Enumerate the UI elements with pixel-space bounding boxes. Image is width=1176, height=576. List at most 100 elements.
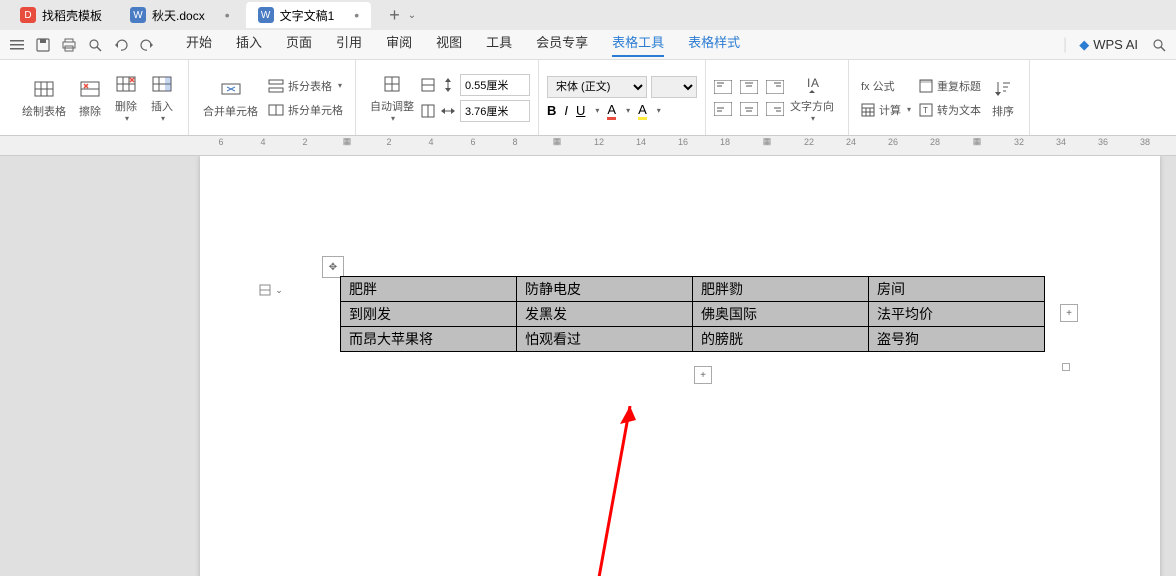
undo-icon[interactable] xyxy=(112,36,130,54)
formula-label: fx 公式 xyxy=(861,78,895,94)
eraser-label: 擦除 xyxy=(79,103,101,119)
align-top-left-icon[interactable] xyxy=(714,80,732,94)
ruler-mark: ▦ xyxy=(956,136,998,147)
table-cell[interactable]: 肥胖勠 xyxy=(693,277,869,302)
split-cells-button[interactable]: 拆分单元格 xyxy=(264,100,347,120)
delete-button[interactable]: 删除▾ xyxy=(108,68,144,127)
bold-button[interactable]: B xyxy=(547,103,556,118)
menu-insert[interactable]: 插入 xyxy=(236,32,262,57)
split-table-button[interactable]: 拆分表格▾ xyxy=(264,76,347,96)
text-direction-label: 文字方向 xyxy=(790,98,834,114)
highlight-button[interactable]: A xyxy=(638,102,647,120)
menu-page[interactable]: 页面 xyxy=(286,32,312,57)
ruler-mark: 14 xyxy=(620,137,662,147)
ruler-mark: 38 xyxy=(1124,137,1166,147)
table-cell[interactable]: 的膀胱 xyxy=(693,327,869,352)
wps-ai-button[interactable]: ◆ WPS AI xyxy=(1079,37,1138,53)
split-table-label: 拆分表格 xyxy=(288,78,332,94)
tab-doc1[interactable]: W 秋天.docx • xyxy=(118,2,242,28)
calc-button[interactable]: 计算▾ xyxy=(857,100,915,120)
convert-text-button[interactable]: T 转为文本 xyxy=(915,100,985,120)
autofit-icon xyxy=(380,72,404,96)
autofit-button[interactable]: 自动调整▾ xyxy=(364,68,420,127)
document-table[interactable]: 肥胖 防静电皮 肥胖勠 房间 到刚发 发黑发 佛奥国际 法平均价 而昂大苹果将 … xyxy=(340,276,1045,352)
sort-button[interactable]: 排序 xyxy=(985,73,1021,123)
row-height-input[interactable] xyxy=(460,74,530,96)
redo-icon[interactable] xyxy=(138,36,156,54)
table-row-handle[interactable]: ⌄ xyxy=(256,280,286,300)
menu-tools[interactable]: 工具 xyxy=(486,32,512,57)
italic-button[interactable]: I xyxy=(564,103,568,118)
align-top-center-icon[interactable] xyxy=(740,80,758,94)
table-cell[interactable]: 盗号狗 xyxy=(869,327,1045,352)
save-icon[interactable] xyxy=(34,36,52,54)
autofit-label: 自动调整 xyxy=(370,98,414,114)
tab-label: 秋天.docx xyxy=(152,7,205,24)
menu-table-style[interactable]: 表格样式 xyxy=(688,32,740,57)
page[interactable]: ✥ ⌄ 肥胖 防静电皮 肥胖勠 房间 到刚发 发黑发 佛奥国际 法平均价 xyxy=(200,156,1160,576)
document-area[interactable]: ✥ ⌄ 肥胖 防静电皮 肥胖勠 房间 到刚发 发黑发 佛奥国际 法平均价 xyxy=(0,156,1176,576)
ruler-mark: 32 xyxy=(998,137,1040,147)
table-row[interactable]: 而昂大苹果将 怕观看过 的膀胱 盗号狗 xyxy=(341,327,1045,352)
preview-icon[interactable] xyxy=(86,36,104,54)
align-mid-center-icon[interactable] xyxy=(740,102,758,116)
ruler-mark: 18 xyxy=(704,137,746,147)
word-icon: W xyxy=(258,7,274,23)
text-direction-button[interactable]: IA 文字方向▾ xyxy=(784,68,840,127)
menu-start[interactable]: 开始 xyxy=(186,32,212,57)
table-cell[interactable]: 佛奥国际 xyxy=(693,302,869,327)
tab-doc2[interactable]: W 文字文稿1 • xyxy=(246,2,372,28)
align-mid-right-icon[interactable] xyxy=(766,102,784,116)
ruler-mark: 28 xyxy=(914,137,956,147)
col-width-input[interactable] xyxy=(460,100,530,122)
align-mid-left-icon[interactable] xyxy=(714,102,732,116)
table-cell[interactable]: 房间 xyxy=(869,277,1045,302)
menu-table-tools[interactable]: 表格工具 xyxy=(612,32,664,57)
menu-view[interactable]: 视图 xyxy=(436,32,462,57)
col-width-icon xyxy=(420,103,436,119)
tab-templates[interactable]: D 找稻壳模板 xyxy=(8,2,114,28)
font-size-select[interactable] xyxy=(651,76,697,98)
table-cell[interactable]: 法平均价 xyxy=(869,302,1045,327)
menu-icon[interactable] xyxy=(8,36,26,54)
font-select[interactable]: 宋体 (正文) xyxy=(547,76,647,98)
insert-button[interactable]: 插入▾ xyxy=(144,68,180,127)
repeat-header-icon xyxy=(919,79,933,93)
tab-list-dropdown[interactable]: ⌄ xyxy=(408,10,416,21)
search-icon[interactable] xyxy=(1150,36,1168,54)
text-color-button[interactable]: A xyxy=(607,102,616,120)
table-cell[interactable]: 肥胖 xyxy=(341,277,517,302)
menu-member[interactable]: 会员专享 xyxy=(536,32,588,57)
table-add-row-button[interactable]: + xyxy=(694,366,712,384)
ruler-mark: ▦ xyxy=(326,136,368,147)
repeat-header-button[interactable]: 重复标题 xyxy=(915,76,985,96)
menu-review[interactable]: 审阅 xyxy=(386,32,412,57)
table-add-column-button[interactable]: + xyxy=(1060,304,1078,322)
merge-cells-button[interactable]: 合并单元格 xyxy=(197,73,264,123)
table-cell[interactable]: 而昂大苹果将 xyxy=(341,327,517,352)
table-resize-handle[interactable] xyxy=(1062,363,1070,371)
menu-reference[interactable]: 引用 xyxy=(336,32,362,57)
align-top-right-icon[interactable] xyxy=(766,80,784,94)
insert-icon xyxy=(150,72,174,96)
eraser-button[interactable]: 擦除 xyxy=(72,73,108,123)
delete-icon xyxy=(114,72,138,96)
sort-label: 排序 xyxy=(992,103,1014,119)
menu-bar: 开始 插入 页面 引用 审阅 视图 工具 会员专享 表格工具 表格样式 | ◆ … xyxy=(0,30,1176,60)
table-cell[interactable]: 发黑发 xyxy=(517,302,693,327)
draw-table-button[interactable]: 绘制表格 xyxy=(16,73,72,123)
table-row[interactable]: 到刚发 发黑发 佛奥国际 法平均价 xyxy=(341,302,1045,327)
new-tab-button[interactable]: + xyxy=(383,5,406,26)
formula-button[interactable]: fx 公式 xyxy=(857,76,915,96)
table-move-handle[interactable]: ✥ xyxy=(322,256,344,278)
underline-button[interactable]: U xyxy=(576,103,585,118)
ruler-mark: ▦ xyxy=(536,136,578,147)
ruler-mark: 6 xyxy=(200,137,242,147)
table-cell[interactable]: 怕观看过 xyxy=(517,327,693,352)
ruler-mark: 24 xyxy=(830,137,872,147)
print-icon[interactable] xyxy=(60,36,78,54)
table-cell[interactable]: 到刚发 xyxy=(341,302,517,327)
table-cell[interactable]: 防静电皮 xyxy=(517,277,693,302)
document-table-wrap: 肥胖 防静电皮 肥胖勠 房间 到刚发 发黑发 佛奥国际 法平均价 而昂大苹果将 … xyxy=(340,276,1045,352)
table-row[interactable]: 肥胖 防静电皮 肥胖勠 房间 xyxy=(341,277,1045,302)
